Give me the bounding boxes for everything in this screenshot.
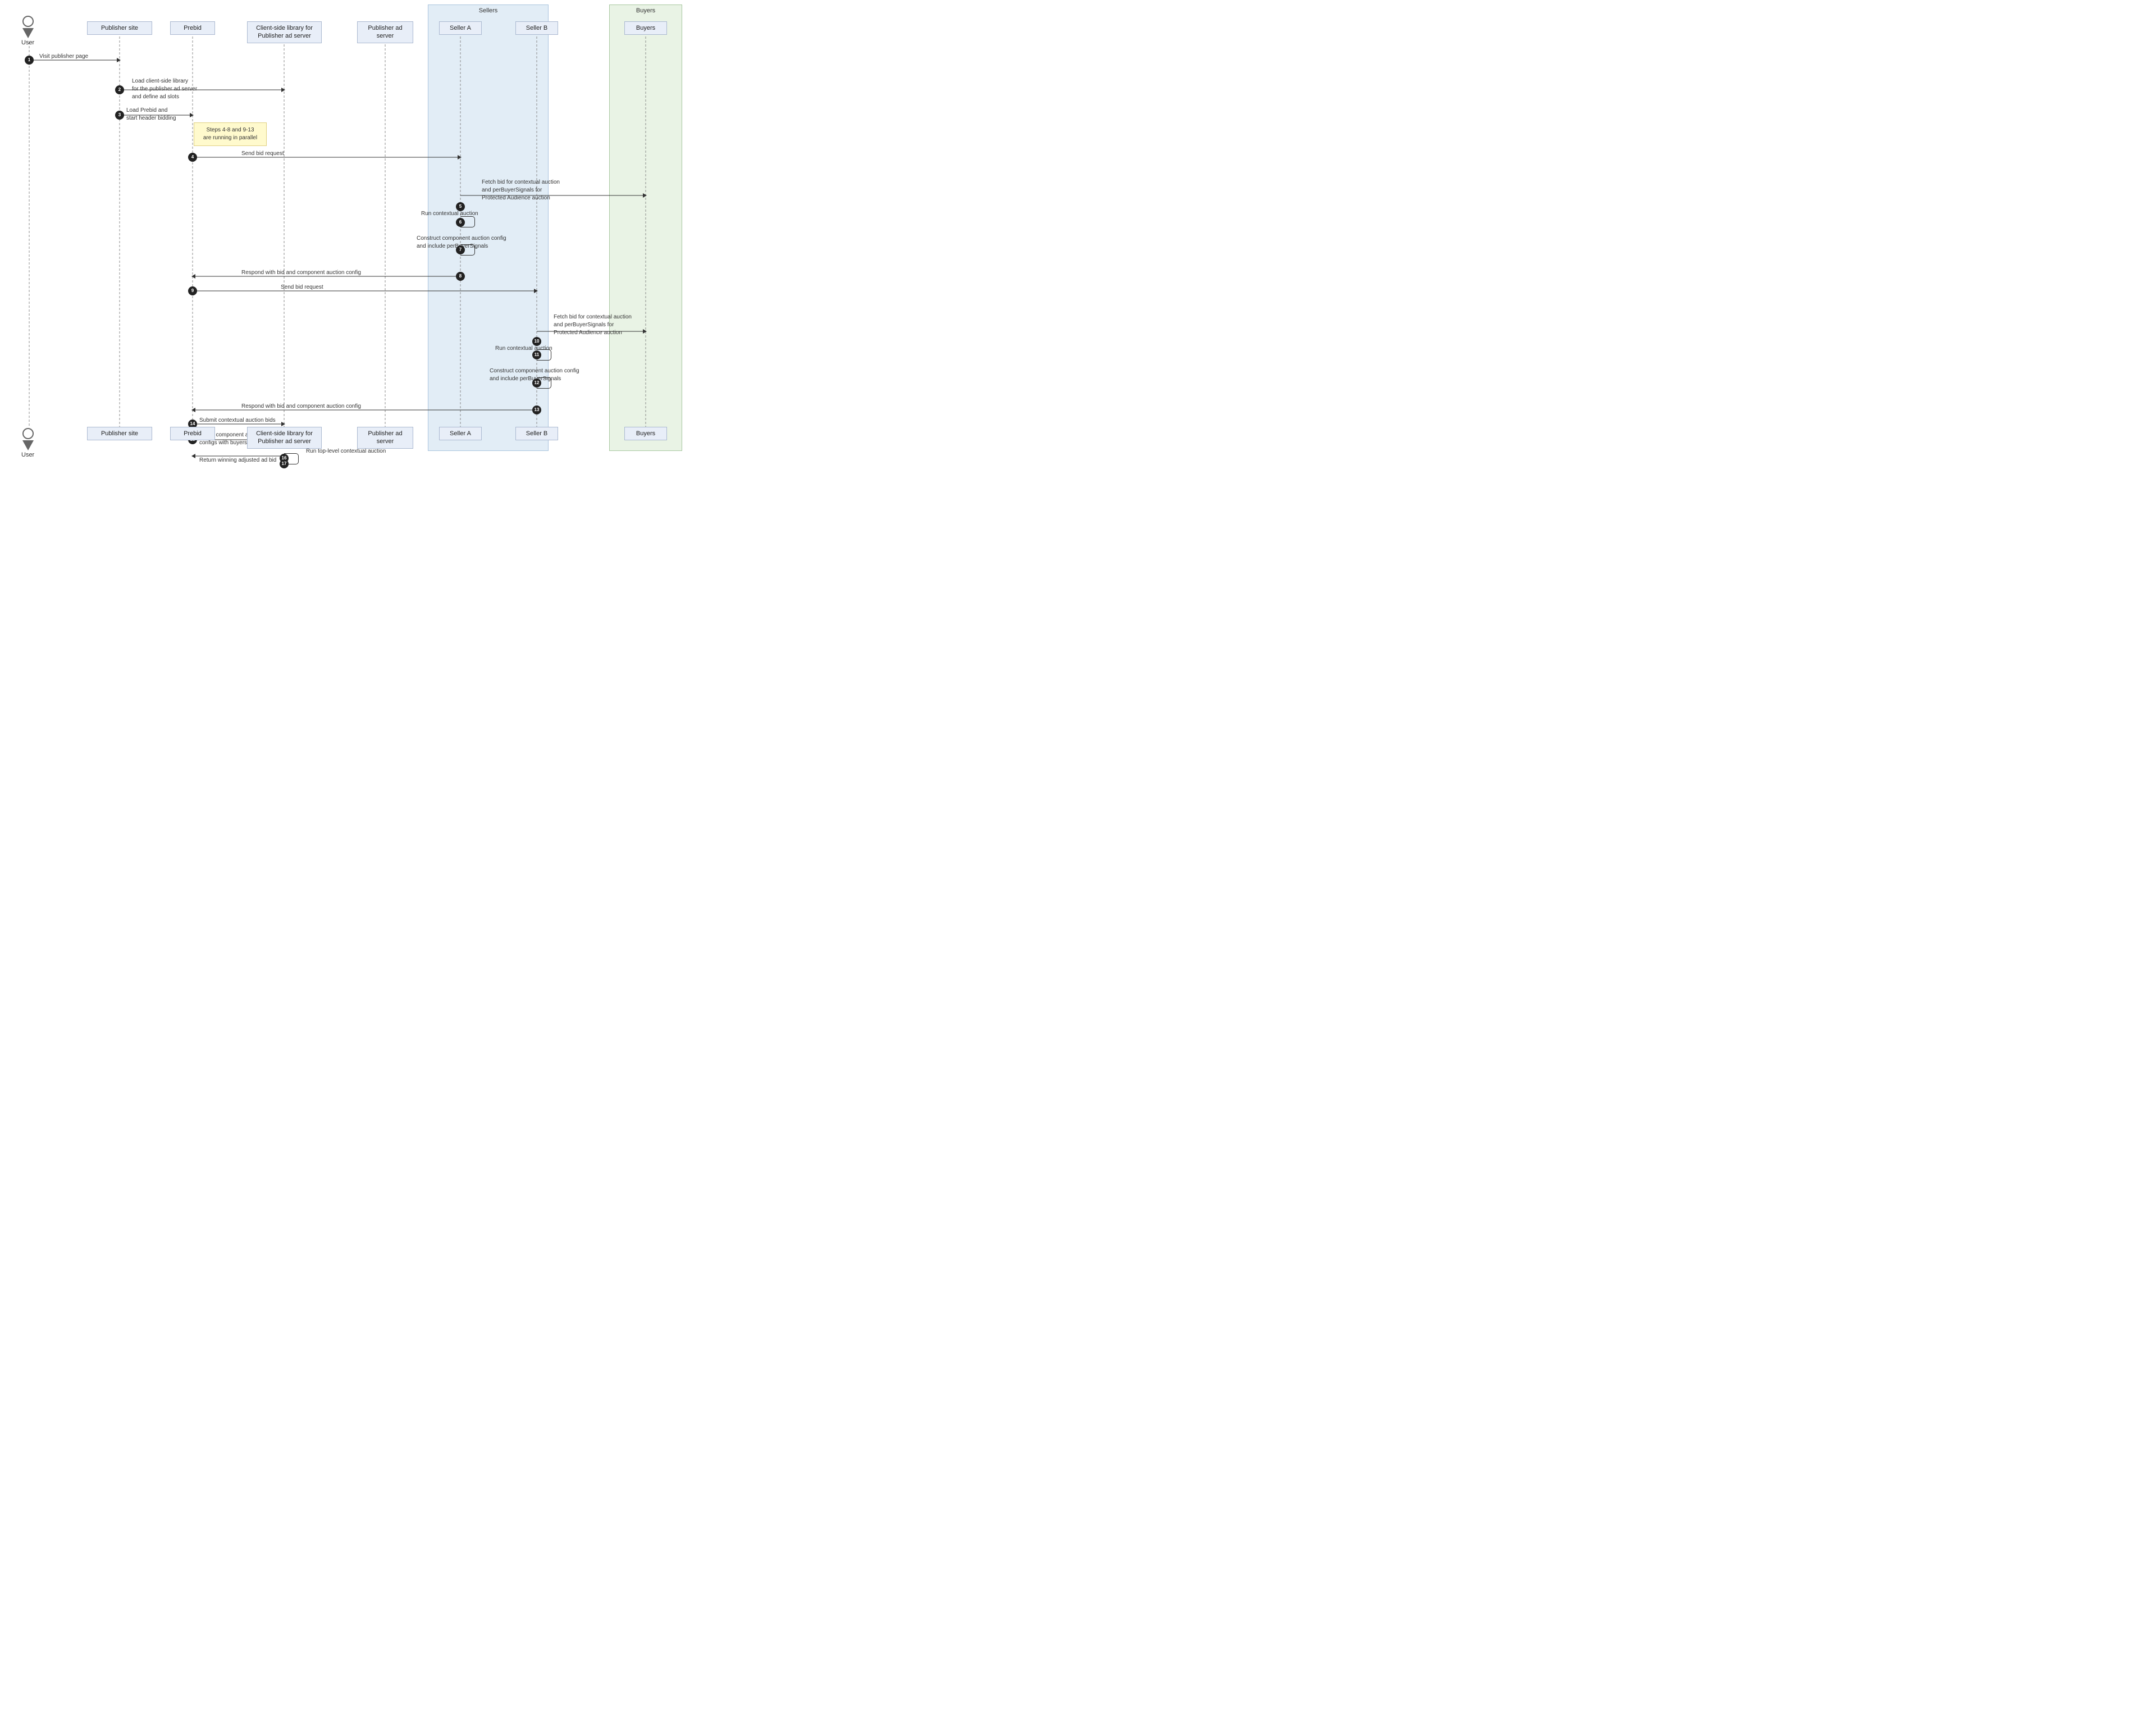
step-17: 17: [280, 459, 289, 468]
step-10a: 10: [532, 337, 541, 346]
step-2: 2: [115, 85, 124, 94]
note-box: Steps 4-8 and 9-13 are running in parall…: [194, 122, 267, 146]
step-8: 8: [456, 272, 465, 281]
step-13: 13: [532, 405, 541, 414]
seller-b-box-bottom: Seller B: [515, 427, 558, 440]
buyers-group-label: Buyers: [610, 7, 682, 14]
msg-8-label: Respond with bid and component auction c…: [241, 270, 361, 276]
msg-17-label: Return winning adjusted ad bid: [199, 457, 276, 463]
msg-10-label: Fetch bid for contextual auction and per…: [554, 313, 660, 337]
step-4: 4: [188, 153, 197, 162]
prebid-box-bottom: Prebid: [170, 427, 215, 440]
step-1: 1: [25, 56, 34, 65]
user-bottom: User: [21, 428, 34, 458]
step-6: 6: [456, 218, 465, 227]
step-11: 11: [532, 350, 541, 359]
prebid-box-top: Prebid: [170, 21, 215, 35]
msg-13-label: Respond with bid and component auction c…: [241, 403, 361, 409]
msg-14-label: Submit contextual auction bids: [199, 417, 276, 423]
buyers-box-top: Buyers: [624, 21, 667, 35]
diagram-svg: [0, 0, 696, 466]
msg-1-label: Visit publisher page: [39, 53, 88, 60]
publisher-ad-server-box-top: Publisher ad server: [357, 21, 413, 43]
step-12: 12: [532, 379, 541, 388]
user-head-bottom: [22, 428, 34, 439]
client-side-lib-box-bottom: Client-side library for Publisher ad ser…: [247, 427, 322, 449]
group-sellers: Sellers: [428, 4, 549, 451]
group-buyers: Buyers: [609, 4, 682, 451]
msg-4-label: Send bid request: [241, 151, 284, 157]
step-7: 7: [456, 245, 465, 254]
client-side-lib-box-top: Client-side library for Publisher ad ser…: [247, 21, 322, 43]
user-top: User: [21, 16, 34, 46]
msg-3-label: Load Prebid and start header bidding: [126, 107, 194, 122]
user-body-top: [22, 28, 34, 38]
seller-a-box-bottom: Seller A: [439, 427, 482, 440]
msg-5-label: Fetch bid for contextual auction and per…: [482, 179, 588, 202]
publisher-ad-server-box-bottom: Publisher ad server: [357, 427, 413, 449]
msg-16-label: Run top-level contextual auction: [306, 448, 386, 454]
sellers-label: Sellers: [428, 7, 548, 14]
seller-a-box-top: Seller A: [439, 21, 482, 35]
seller-b-box-top: Seller B: [515, 21, 558, 35]
msg-9-label: Send bid request: [281, 284, 323, 290]
user-head-top: [22, 16, 34, 27]
msg-2-label: Load client-side library for the publish…: [132, 78, 244, 101]
publisher-site-box-bottom: Publisher site: [87, 427, 152, 440]
step-9: 9: [188, 286, 197, 295]
step-3: 3: [115, 111, 124, 120]
buyers-box-bottom: Buyers: [624, 427, 667, 440]
user-body-bottom: [22, 440, 34, 450]
user-label-top: User: [21, 39, 34, 46]
step-5: 5: [456, 202, 465, 211]
user-label-bottom: User: [21, 452, 34, 458]
publisher-site-box-top: Publisher site: [87, 21, 152, 35]
